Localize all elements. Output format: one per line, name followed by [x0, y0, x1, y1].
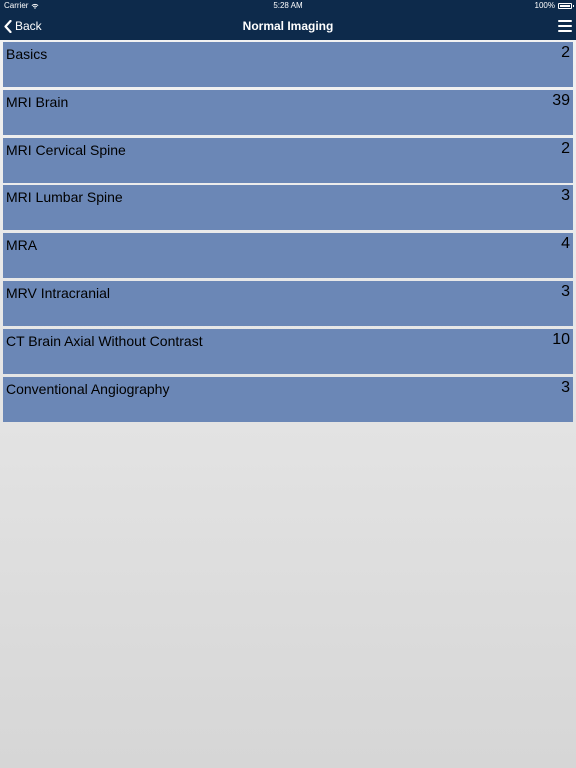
list-item-label: Conventional Angiography [6, 380, 170, 397]
list-item[interactable]: MRI Lumbar Spine 3 [3, 185, 573, 231]
battery-percent: 100% [534, 1, 555, 10]
status-time: 5:28 AM [273, 1, 303, 10]
list-item-label: MRA [6, 237, 38, 254]
list-item[interactable]: MRA 4 [3, 233, 573, 279]
hamburger-menu-icon[interactable] [557, 18, 573, 34]
list-item-label: MRI Brain [6, 93, 69, 110]
battery-fill [560, 5, 570, 7]
list-item-count: 2 [561, 139, 570, 157]
list-item-label: MRI Lumbar Spine [6, 189, 123, 206]
list-item[interactable]: MRV Intracranial 3 [3, 280, 573, 326]
list-item[interactable]: CT Brain Axial Without Contrast 10 [3, 328, 573, 374]
list-item-label: MRV Intracranial [6, 284, 111, 301]
list-item-count: 3 [561, 187, 570, 205]
list-item-label: MRI Cervical Spine [6, 141, 126, 158]
list-item-count: 3 [561, 282, 570, 300]
list-item[interactable]: Conventional Angiography 3 [3, 376, 573, 422]
list-item-label: Basics [6, 46, 48, 62]
battery-icon [558, 3, 574, 9]
list-item-count: 4 [561, 235, 570, 253]
list-item[interactable]: Basics 2 [3, 42, 573, 87]
status-right: 100% [534, 0, 574, 12]
status-bar: Carrier 5:28 AM 100% [0, 0, 576, 12]
page-title: Normal Imaging [242, 19, 334, 33]
list-item-label: CT Brain Axial Without Contrast [6, 332, 203, 349]
list-item-count: 3 [561, 378, 570, 396]
list-item[interactable]: MRI Brain 39 [3, 89, 573, 135]
category-list: Basics 2 MRI Brain 39 MRI Cervical Spine… [3, 42, 573, 424]
list-item[interactable]: MRI Cervical Spine 2 [3, 137, 573, 183]
list-item-count: 10 [552, 330, 570, 348]
list-item-count: 2 [561, 44, 570, 61]
navigation-bar: Back Normal Imaging [0, 12, 576, 40]
list-item-count: 39 [552, 91, 570, 109]
